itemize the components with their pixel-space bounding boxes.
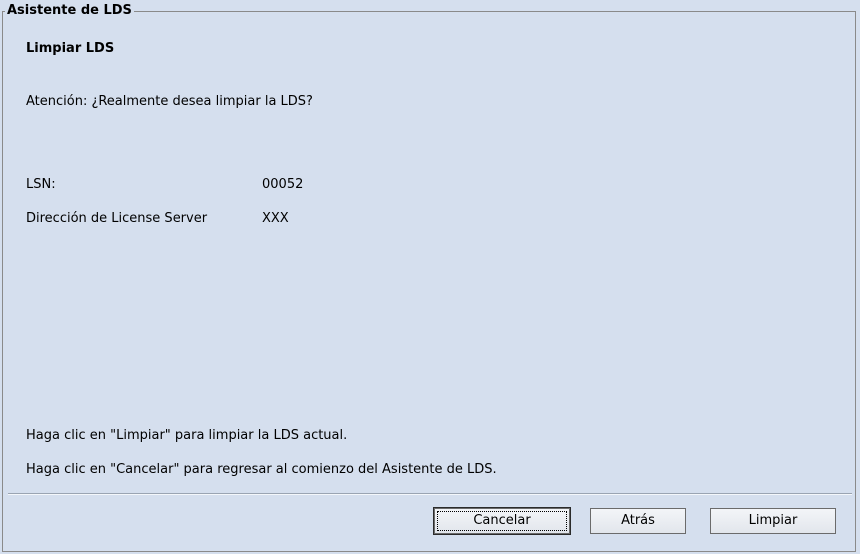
license-server-label: Dirección de License Server [26, 211, 208, 226]
clean-button[interactable]: Limpiar [710, 508, 836, 534]
lsn-label: LSN: [26, 177, 56, 192]
frame-title: Asistente de LDS [5, 3, 134, 18]
warning-text: Atención: ¿Realmente desea limpiar la LD… [26, 94, 313, 109]
instruction-clean: Haga clic en "Limpiar" para limpiar la L… [26, 428, 348, 443]
license-server-value: XXX [262, 211, 289, 226]
lsn-value: 00052 [262, 177, 304, 192]
back-button[interactable]: Atrás [590, 508, 686, 534]
cancel-button[interactable]: Cancelar [434, 508, 570, 534]
instruction-cancel: Haga clic en "Cancelar" para regresar al… [26, 462, 497, 477]
divider [8, 493, 852, 495]
page-title: Limpiar LDS [26, 41, 115, 56]
